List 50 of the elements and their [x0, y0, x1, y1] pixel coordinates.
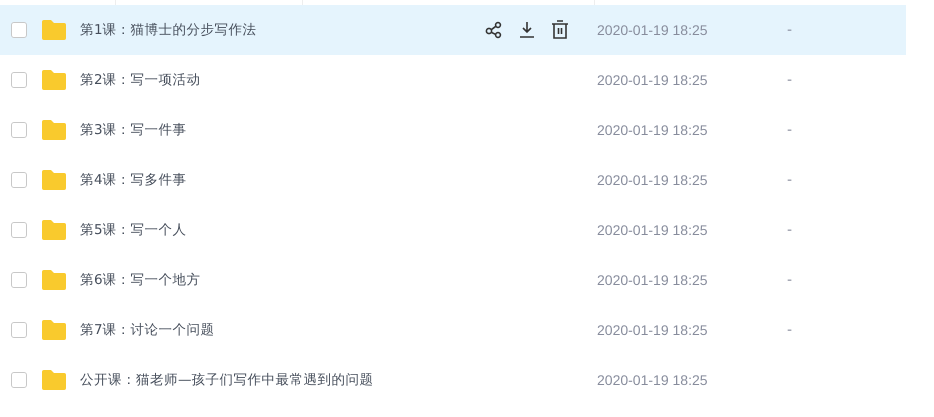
- file-row[interactable]: 第1课：猫博士的分步写作法 2020-01-19 18:25 -: [0, 5, 906, 55]
- file-size: -: [787, 22, 792, 38]
- modified-date: 2020-01-19 18:25: [597, 172, 709, 188]
- checkbox[interactable]: [11, 172, 27, 188]
- folder-name[interactable]: 第7课：讨论一个问题: [80, 321, 480, 339]
- file-size: -: [787, 122, 792, 138]
- modified-date: 2020-01-19 18:25: [597, 22, 709, 38]
- modified-date: 2020-01-19 18:25: [597, 122, 709, 138]
- checkbox[interactable]: [11, 372, 27, 388]
- file-size: -: [787, 222, 792, 238]
- checkbox[interactable]: [11, 122, 27, 138]
- delete-icon[interactable]: [551, 20, 569, 40]
- folder-icon: [41, 19, 67, 41]
- checkbox[interactable]: [11, 322, 27, 338]
- file-row[interactable]: 第6课：写一个地方 2020-01-19 18:25 -: [0, 255, 906, 305]
- file-size: -: [787, 72, 792, 88]
- folder-icon: [41, 169, 67, 191]
- checkbox[interactable]: [11, 272, 27, 288]
- checkbox[interactable]: [11, 222, 27, 238]
- modified-date: 2020-01-19 18:25: [597, 72, 709, 88]
- file-size: -: [787, 172, 792, 188]
- checkbox[interactable]: [11, 72, 27, 88]
- folder-name[interactable]: 第1课：猫博士的分步写作法: [80, 21, 480, 39]
- folder-icon: [41, 369, 67, 391]
- modified-date: 2020-01-19 18:25: [597, 372, 709, 388]
- folder-name[interactable]: 第4课：写多件事: [80, 171, 480, 189]
- folder-icon: [41, 219, 67, 241]
- share-icon[interactable]: [485, 21, 503, 39]
- file-row[interactable]: 第7课：讨论一个问题 2020-01-19 18:25 -: [0, 305, 906, 355]
- folder-icon: [41, 119, 67, 141]
- modified-date: 2020-01-19 18:25: [597, 272, 709, 288]
- folder-icon: [41, 319, 67, 341]
- folder-name[interactable]: 第2课：写一项活动: [80, 71, 480, 89]
- folder-name[interactable]: 第5课：写一个人: [80, 221, 480, 239]
- file-size: -: [787, 272, 792, 288]
- file-row[interactable]: 第3课：写一件事 2020-01-19 18:25 -: [0, 105, 906, 155]
- folder-name[interactable]: 第3课：写一件事: [80, 121, 480, 139]
- folder-name[interactable]: 公开课：猫老师—孩子们写作中最常遇到的问题: [80, 371, 480, 389]
- file-row[interactable]: 第2课：写一项活动 2020-01-19 18:25 -: [0, 55, 906, 105]
- file-row[interactable]: 公开课：猫老师—孩子们写作中最常遇到的问题 2020-01-19 18:25: [0, 355, 906, 405]
- folder-name[interactable]: 第6课：写一个地方: [80, 271, 480, 289]
- modified-date: 2020-01-19 18:25: [597, 322, 709, 338]
- file-row[interactable]: 第5课：写一个人 2020-01-19 18:25 -: [0, 205, 906, 255]
- file-row[interactable]: 第4课：写多件事 2020-01-19 18:25 -: [0, 155, 906, 205]
- modified-date: 2020-01-19 18:25: [597, 222, 709, 238]
- folder-icon: [41, 269, 67, 291]
- folder-icon: [41, 69, 67, 91]
- checkbox[interactable]: [11, 22, 27, 38]
- download-icon[interactable]: [518, 21, 536, 39]
- file-size: -: [787, 322, 792, 338]
